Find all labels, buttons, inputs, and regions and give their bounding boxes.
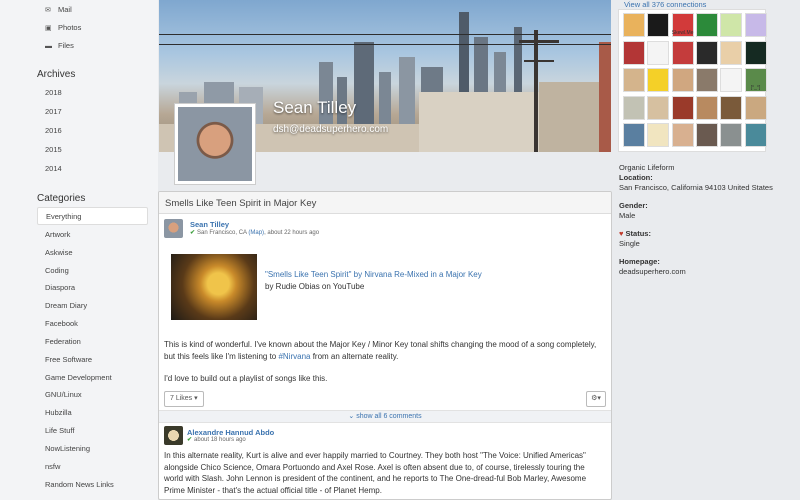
status-label: ♥ Status:: [619, 229, 651, 238]
location-label: Location:: [619, 173, 653, 182]
post-settings-button[interactable]: ⚙▾: [586, 391, 606, 407]
connection-avatar[interactable]: [695, 13, 718, 37]
video-thumbnail[interactable]: [171, 254, 257, 320]
homepage-label: Homepage:: [619, 257, 660, 266]
profile-name: Sean Tilley: [273, 98, 357, 117]
connection-avatar[interactable]: [°_°]: [744, 68, 767, 92]
envelope-icon: ✉: [45, 7, 51, 14]
folder-icon: ▬: [45, 43, 52, 50]
category-item[interactable]: Dream Diary: [37, 297, 147, 315]
sidebar-item-mail[interactable]: ✉ Mail: [37, 1, 147, 19]
post-title[interactable]: Smells Like Teen Spirit in Major Key: [159, 192, 611, 214]
connection-avatar[interactable]: [671, 68, 694, 92]
connection-avatar[interactable]: [671, 123, 694, 147]
category-item[interactable]: NowListening: [37, 440, 147, 458]
commenter-avatar[interactable]: [164, 426, 183, 445]
connection-avatar[interactable]: [623, 123, 645, 147]
map-link[interactable]: (Map): [248, 230, 264, 236]
connection-avatar[interactable]: [647, 13, 670, 37]
connection-avatar[interactable]: [695, 95, 718, 120]
post-body: This is kind of wonderful. I've known ab…: [164, 340, 597, 361]
connection-avatar[interactable]: [744, 123, 767, 147]
likes-button[interactable]: 7 Likes ▾: [164, 391, 204, 407]
connections-grid: Skewl.Me [°_°]: [618, 9, 767, 152]
category-item-everything[interactable]: Everything: [37, 207, 148, 225]
category-item[interactable]: Facebook: [37, 315, 147, 333]
connection-avatar[interactable]: [744, 13, 767, 37]
sidebar-item-photos[interactable]: ▣ Photos: [37, 19, 147, 37]
category-item[interactable]: Life Stuff: [37, 422, 147, 440]
author-avatar[interactable]: [164, 219, 183, 238]
category-item[interactable]: Free Software: [37, 351, 147, 369]
embed-title-link[interactable]: "Smells Like Teen Spirit" by Nirvana Re-…: [265, 270, 482, 279]
connection-avatar[interactable]: [623, 68, 645, 92]
category-item[interactable]: Artwork: [37, 226, 147, 244]
connection-avatar[interactable]: [623, 95, 645, 120]
connection-avatar[interactable]: [647, 95, 670, 120]
connection-avatar[interactable]: [720, 40, 743, 65]
status-value: Single: [619, 239, 640, 248]
category-item[interactable]: nsfw: [37, 458, 147, 476]
connection-avatar[interactable]: [671, 40, 694, 65]
category-item[interactable]: Askwise: [37, 244, 147, 262]
gender-value: Male: [619, 211, 636, 220]
category-item[interactable]: Federation: [37, 333, 147, 351]
view-all-connections-link[interactable]: View all 376 connections: [624, 0, 706, 9]
post-body-2: I'd love to build out a playlist of song…: [164, 374, 328, 383]
comment-body: In this alternate reality, Kurt is alive…: [164, 451, 587, 495]
connection-avatar[interactable]: [671, 95, 694, 120]
connection-avatar[interactable]: [647, 68, 670, 92]
connection-avatar[interactable]: [744, 95, 767, 120]
archives-heading: Archives: [37, 69, 76, 80]
profile-tagline: Organic Lifeform: [619, 163, 675, 172]
connection-avatar[interactable]: [623, 40, 645, 65]
archive-item[interactable]: 2017: [37, 103, 147, 121]
gear-icon: ⚙▾: [591, 395, 601, 402]
nirvana-tag-link[interactable]: #Nirvana: [278, 352, 310, 361]
connection-avatar[interactable]: Skewl.Me: [671, 13, 694, 37]
check-icon: ✔: [187, 437, 193, 443]
category-item[interactable]: Diaspora: [37, 279, 147, 297]
archive-item[interactable]: 2016: [37, 122, 147, 140]
homepage-link[interactable]: deadsuperhero.com: [619, 267, 686, 276]
categories-heading: Categories: [37, 193, 86, 204]
left-sidebar: ✉ Mail ▣ Photos ▬ Files Archives 2018 2017 …: [0, 0, 158, 500]
post-meta: ✔ San Francisco, CA (Map), about 22 hours…: [190, 230, 320, 236]
category-item[interactable]: Coding: [37, 262, 147, 280]
connection-avatar[interactable]: [623, 13, 645, 37]
comment-meta: ✔ about 18 hours ago: [187, 437, 246, 443]
connection-avatar[interactable]: [744, 40, 767, 65]
category-item[interactable]: Hubzilla: [37, 404, 147, 422]
check-icon: ✔: [190, 230, 196, 236]
connection-avatar[interactable]: [647, 40, 670, 65]
connection-avatar[interactable]: [720, 95, 743, 120]
image-icon: ▣: [45, 25, 52, 32]
connection-avatar[interactable]: [720, 13, 743, 37]
heart-icon: ♥: [619, 229, 624, 238]
category-item[interactable]: Game Development: [37, 369, 147, 387]
show-all-comments-link[interactable]: ⌄ show all 6 comments: [159, 410, 611, 423]
archive-item[interactable]: 2014: [37, 160, 147, 178]
sidebar-item-files[interactable]: ▬ Files: [37, 37, 147, 55]
archive-item[interactable]: 2015: [37, 141, 147, 159]
location-value: San Francisco, California 94103 United S…: [619, 183, 773, 192]
category-item[interactable]: GNU/Linux: [37, 386, 147, 404]
profile-avatar[interactable]: [174, 103, 256, 185]
stream-post: Smells Like Teen Spirit in Major Key Sea…: [158, 191, 612, 500]
caret-down-icon: ▾: [194, 395, 198, 402]
embed-source: by Rudie Obias on YouTube: [265, 282, 365, 291]
connection-avatar[interactable]: [695, 68, 718, 92]
post-author-link[interactable]: Sean Tilley: [190, 220, 229, 229]
archive-item[interactable]: 2018: [37, 84, 147, 102]
connection-avatar[interactable]: [695, 40, 718, 65]
profile-handle: dsh@deadsuperhero.com: [273, 124, 389, 135]
connection-avatar[interactable]: [647, 123, 670, 147]
connection-avatar[interactable]: [720, 68, 743, 92]
connection-avatar[interactable]: [720, 123, 743, 147]
gender-label: Gender:: [619, 201, 648, 210]
category-item[interactable]: Random News Links: [37, 476, 147, 494]
chevron-down-icon: ⌄: [348, 413, 355, 420]
connection-avatar[interactable]: [695, 123, 718, 147]
